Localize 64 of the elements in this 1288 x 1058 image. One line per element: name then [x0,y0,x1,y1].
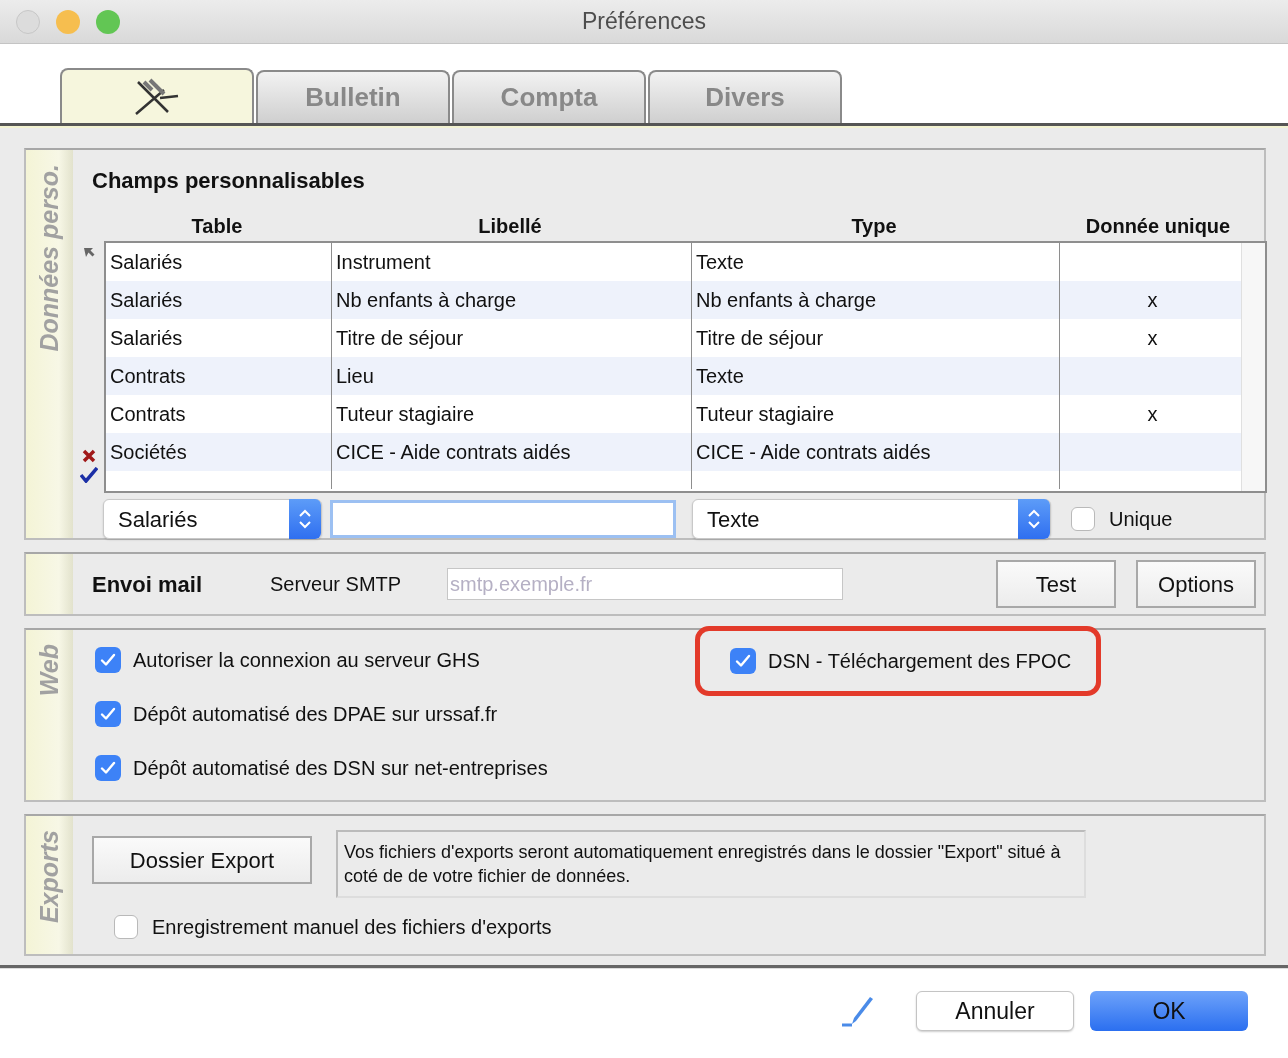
table-cell: Sociétés [110,441,187,463]
export-folder-button[interactable]: Dossier Export [92,836,312,884]
cancel-button[interactable]: Annuler [916,991,1074,1031]
table-cell: CICE - Aide contrats aidés [696,441,931,463]
table-cell: CICE - Aide contrats aidés [336,441,571,463]
checkmark-icon [100,707,116,721]
table-cell: Contrats [110,365,186,387]
checkbox-label: Dépôt automatisé des DSN sur net-entreprises [133,756,548,781]
type-select[interactable]: Texte [692,499,1051,539]
table-cell: Texte [696,365,744,387]
table-select[interactable]: Salariés [103,499,322,539]
pencil-icon[interactable] [840,994,876,1028]
button[interactable]: Options [1136,560,1256,608]
table-cell: Salariés [110,251,183,273]
checkbox[interactable] [95,755,121,781]
checkmark-icon [100,761,116,775]
field-label: Serveur SMTP [270,572,403,597]
table-cell: Salariés [110,327,183,349]
checkmark-icon [735,654,751,668]
column-header: Type [851,215,897,237]
smtp-field[interactable]: smtp.exemple.fr [447,568,843,600]
section-label: Données perso. [37,164,62,352]
table-cell: Tuteur stagiaire [696,403,835,425]
section-label: Web [37,644,62,697]
checkbox[interactable] [95,701,121,727]
checkbox-label: Dépôt automatisé des DPAE sur urssaf.fr [133,702,498,727]
table-cell: x [1147,327,1158,349]
table-cell: Contrats [110,403,186,425]
table-cell: Tuteur stagiaire [336,403,475,425]
ok-button[interactable]: OK [1090,991,1248,1031]
table-cell: Nb enfants à charge [696,289,877,311]
checkmark-icon [100,653,116,667]
checkbox-label: Enregistrement manuel des fichiers d'exports [152,915,552,940]
table-cell: Titre de séjour [696,327,824,349]
checkbox[interactable] [114,915,138,939]
checkbox-label: Unique [1109,507,1173,532]
stepper-icon [1018,499,1050,539]
info-text: Vos fichiers d'exports seront automatiquement enregistrés dans le dossier "Export" situé à coté de de votre fichier de données. [336,830,1086,898]
checkmark-icon[interactable] [79,467,98,483]
table-cell: x [1147,289,1158,311]
table-cell: Lieu [336,365,374,387]
section-title: Champs personnalisables [91,167,366,195]
table-cell: Texte [696,251,744,273]
stepper-icon [289,499,321,539]
section-title: Envoi mail [92,570,204,599]
column-header: Libellé [478,215,542,237]
checkbox[interactable] [95,647,121,673]
checkbox[interactable] [730,648,756,674]
window-title: Préférences [582,7,706,37]
table-cell: x [1147,403,1158,425]
table-cell: Instrument [336,251,431,273]
column-header: Table [191,215,243,237]
checkbox-label: DSN - Téléchargement des FPOC [768,649,1072,674]
column-header: Donnée unique [1085,215,1231,237]
checkbox[interactable] [1071,507,1095,531]
table-cell: Nb enfants à charge [336,289,517,311]
tab[interactable] [60,68,254,123]
table-cell: Titre de séjour [336,327,464,349]
checkbox-label: Autoriser la connexion au serveur GHS [133,648,480,673]
section-label: Exports [37,830,62,924]
delete-icon[interactable] [81,449,96,463]
button[interactable]: Test [996,560,1116,608]
label-input[interactable] [330,500,676,538]
table-cell: Salariés [110,289,183,311]
